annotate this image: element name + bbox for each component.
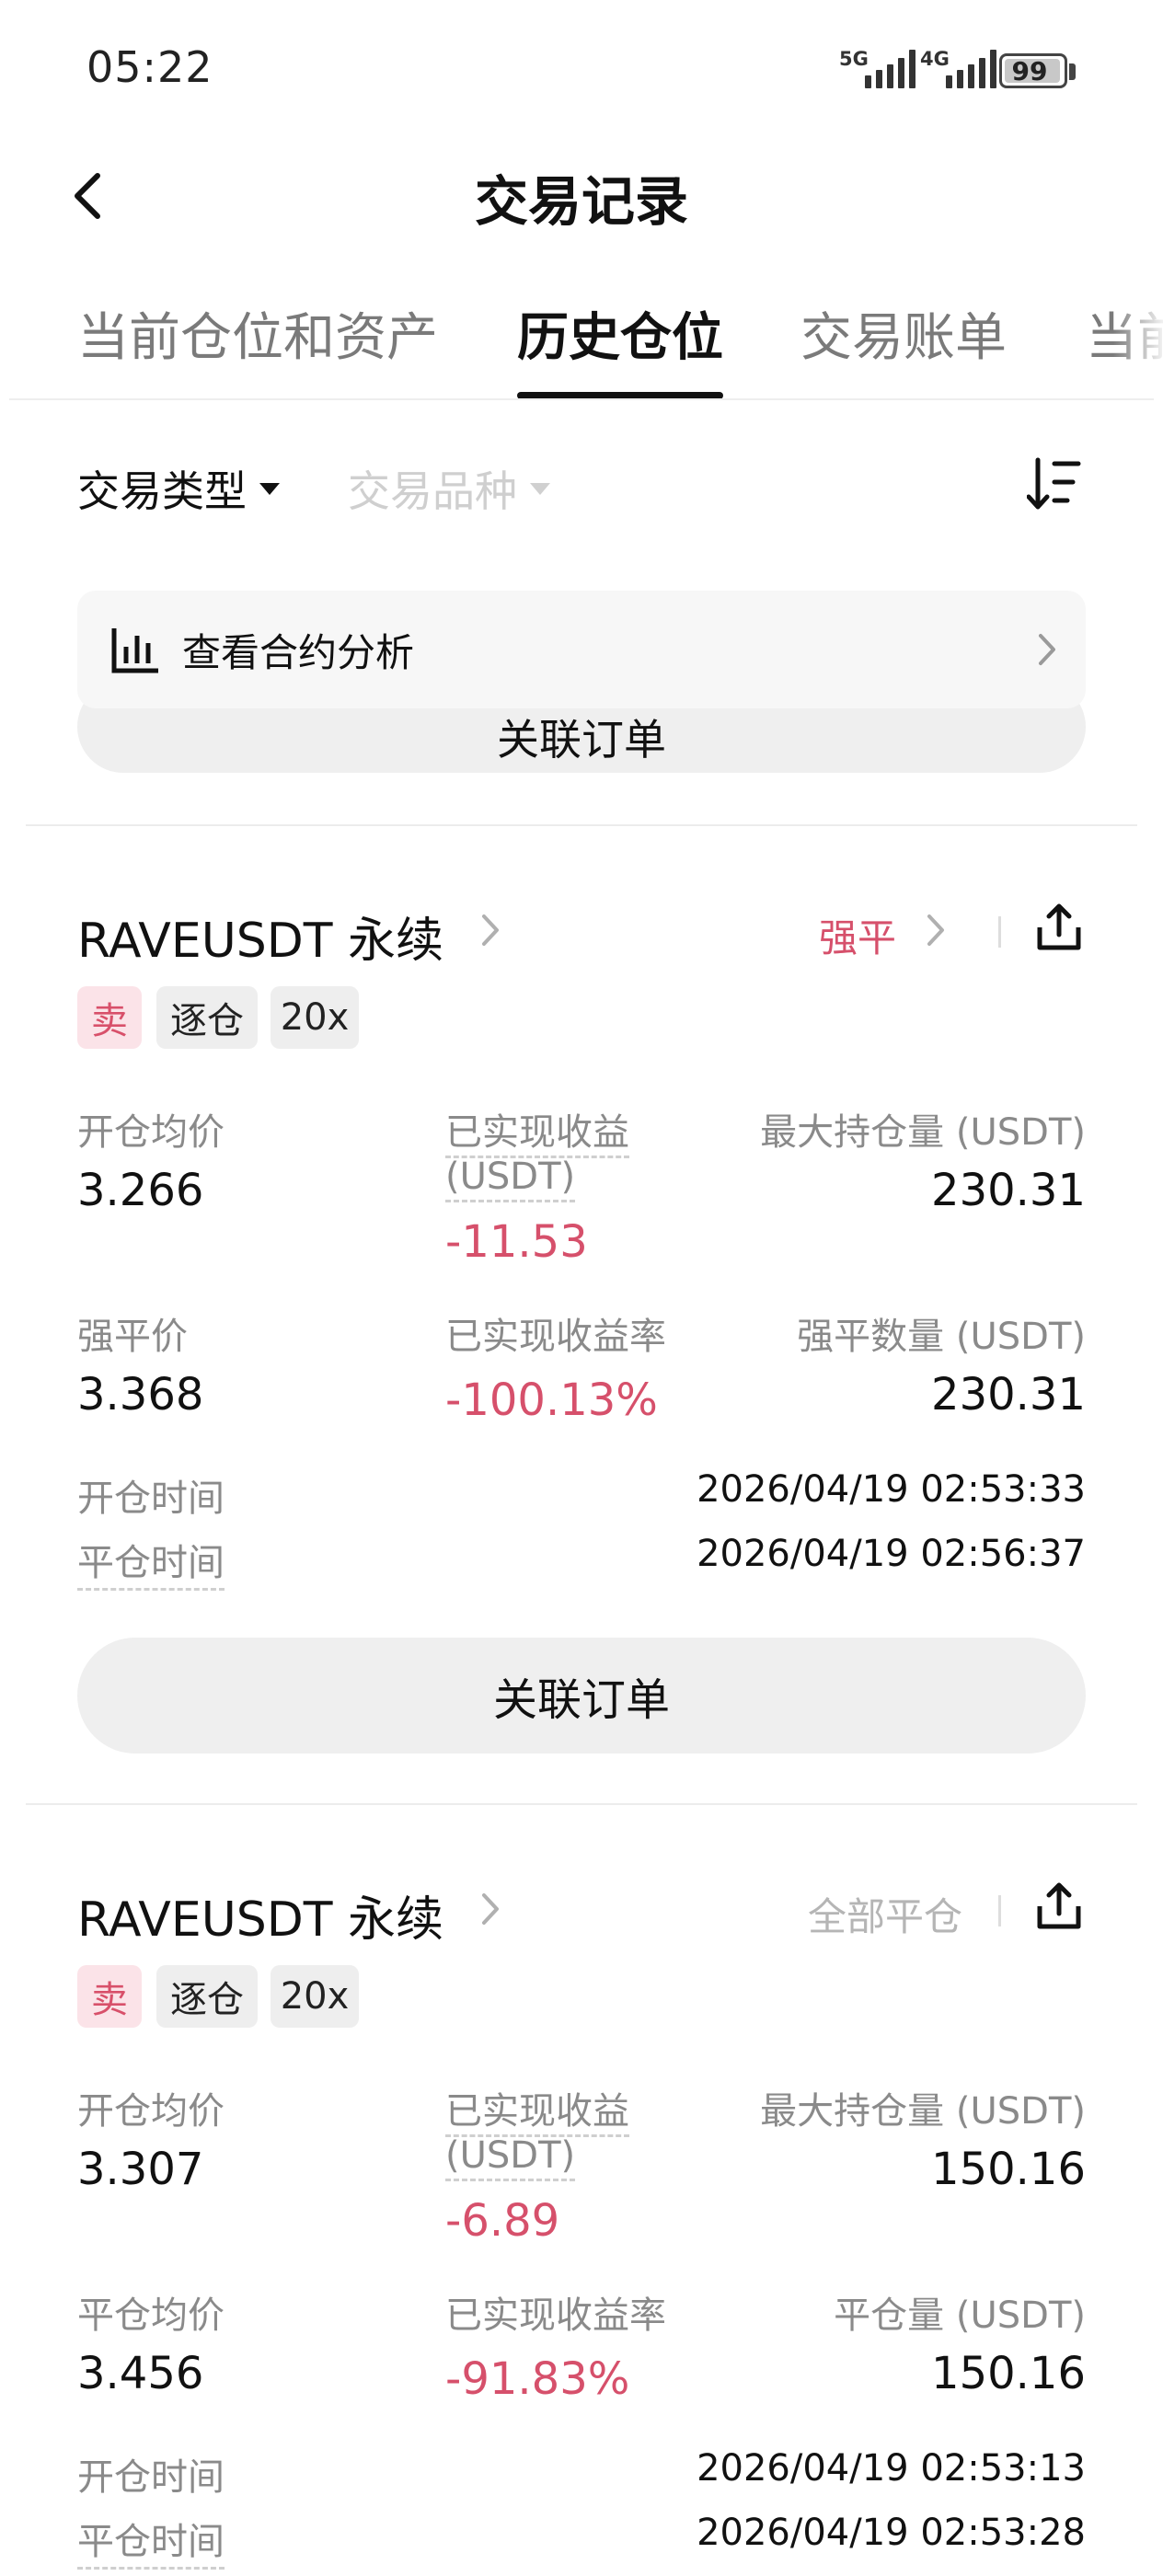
chevron-right-icon [1039, 634, 1055, 665]
open-time-label: 开仓时间 [77, 1478, 225, 1520]
caret-down-icon [530, 482, 550, 495]
header-separator [998, 916, 1001, 948]
bar-chart-icon [111, 628, 158, 673]
share-icon[interactable] [1036, 1882, 1082, 1930]
open-time: 2026/04/19 02:53:13 [697, 2447, 1086, 2490]
position-card: RAVEUSDT 永续 强平 卖 逐仓 20x 开仓均价 3.266 已实现收益… [0, 828, 1163, 1803]
card-divider [26, 824, 1137, 826]
position-card: RAVEUSDT 永续 全部平仓 卖 逐仓 20x 开仓均价 3.307 已实现… [0, 1807, 1163, 2576]
close-time: 2026/04/19 02:56:37 [697, 1533, 1086, 1575]
avg-open-price-label: 开仓均价 [77, 2090, 225, 2133]
tab-current-positions[interactable]: 当前仓位和资产 [77, 296, 438, 371]
contract-analysis-label: 查看合约分析 [182, 629, 415, 675]
open-time: 2026/04/19 02:53:33 [697, 1468, 1086, 1511]
avg-open-price: 3.307 [77, 2144, 204, 2195]
closed-amount: 150.16 [931, 2348, 1086, 2399]
trade-symbol-filter[interactable]: 交易品种 [348, 458, 550, 519]
leverage-tag: 20x [271, 1965, 359, 2028]
liquidation-price: 3.368 [77, 1369, 204, 1420]
avg-close-price-label: 平仓均价 [77, 2294, 225, 2337]
related-orders-button[interactable]: 关联订单 [77, 1638, 1086, 1754]
realized-roi: -100.13% [445, 1374, 658, 1426]
open-time-label: 开仓时间 [77, 2456, 225, 2499]
position-symbol[interactable]: RAVEUSDT 永续 [77, 902, 443, 971]
avg-open-price: 3.266 [77, 1165, 204, 1216]
tabs-divider [9, 398, 1154, 400]
header-separator [998, 1895, 1001, 1926]
margin-mode-tag: 逐仓 [156, 1965, 258, 2028]
realized-roi-label: 已实现收益率 [445, 2294, 666, 2337]
share-icon[interactable] [1036, 903, 1082, 951]
chevron-right-icon[interactable] [480, 1892, 501, 1926]
sort-icon [1026, 457, 1081, 510]
side-tag: 卖 [77, 1965, 142, 2028]
caret-down-icon [259, 482, 280, 495]
close-time-label[interactable]: 平仓时间 [77, 1533, 225, 1591]
liquidation-amount: 230.31 [931, 1369, 1086, 1420]
max-position-label: 最大持仓量 (USDT) [760, 1111, 1086, 1154]
battery-icon: 99 [999, 53, 1067, 88]
chevron-right-icon[interactable] [480, 913, 501, 948]
avg-close-price: 3.456 [77, 2348, 204, 2399]
max-position: 230.31 [931, 1165, 1086, 1216]
leverage-tag: 20x [271, 986, 359, 1049]
liquidation-amount-label: 强平数量 (USDT) [797, 1316, 1086, 1358]
tab-position-history[interactable]: 历史仓位 [517, 296, 723, 371]
avg-open-price-label: 开仓均价 [77, 1111, 225, 1154]
page-title: 交易记录 [474, 170, 688, 233]
battery-level: 99 [1011, 55, 1048, 86]
max-position: 150.16 [931, 2144, 1086, 2195]
position-status-liquidated[interactable]: 强平 [819, 907, 896, 963]
related-orders-label: 关联订单 [492, 1674, 670, 1726]
status-time: 05:22 [86, 42, 213, 92]
trade-symbol-label: 交易品种 [348, 466, 517, 516]
liquidation-price-label: 强平价 [77, 1316, 188, 1358]
realized-roi: -91.83% [445, 2353, 630, 2405]
realized-pnl-label[interactable]: 已实现收益 (USDT) [445, 2081, 629, 2181]
chevron-right-icon[interactable] [926, 913, 946, 948]
contract-analysis-banner[interactable]: 查看合约分析 [77, 591, 1086, 708]
position-status-closed: 全部平仓 [808, 1894, 963, 1939]
max-position-label: 最大持仓量 (USDT) [760, 2090, 1086, 2133]
sort-button[interactable] [1026, 454, 1082, 513]
battery-cap [1069, 63, 1076, 80]
margin-mode-tag: 逐仓 [156, 986, 258, 1049]
realized-pnl-label[interactable]: 已实现收益 (USDT) [445, 1102, 629, 1202]
close-time: 2026/04/19 02:53:28 [697, 2512, 1086, 2554]
position-symbol[interactable]: RAVEUSDT 永续 [77, 1880, 443, 1949]
trade-type-filter[interactable]: 交易类型 [77, 458, 280, 519]
close-time-label[interactable]: 平仓时间 [77, 2512, 225, 2570]
prev-related-orders-label: 关联订单 [497, 715, 666, 765]
trade-type-label: 交易类型 [77, 466, 247, 516]
side-tag: 卖 [77, 986, 142, 1049]
tab-current-orders[interactable]: 当前 [1086, 296, 1163, 370]
realized-roi-label: 已实现收益率 [445, 1316, 666, 1358]
tab-trade-bills[interactable]: 交易账单 [800, 296, 1007, 371]
closed-amount-label: 平仓量 (USDT) [834, 2294, 1086, 2337]
card-divider [26, 1803, 1137, 1805]
realized-pnl: -11.53 [445, 1216, 588, 1268]
realized-pnl: -6.89 [445, 2195, 560, 2247]
